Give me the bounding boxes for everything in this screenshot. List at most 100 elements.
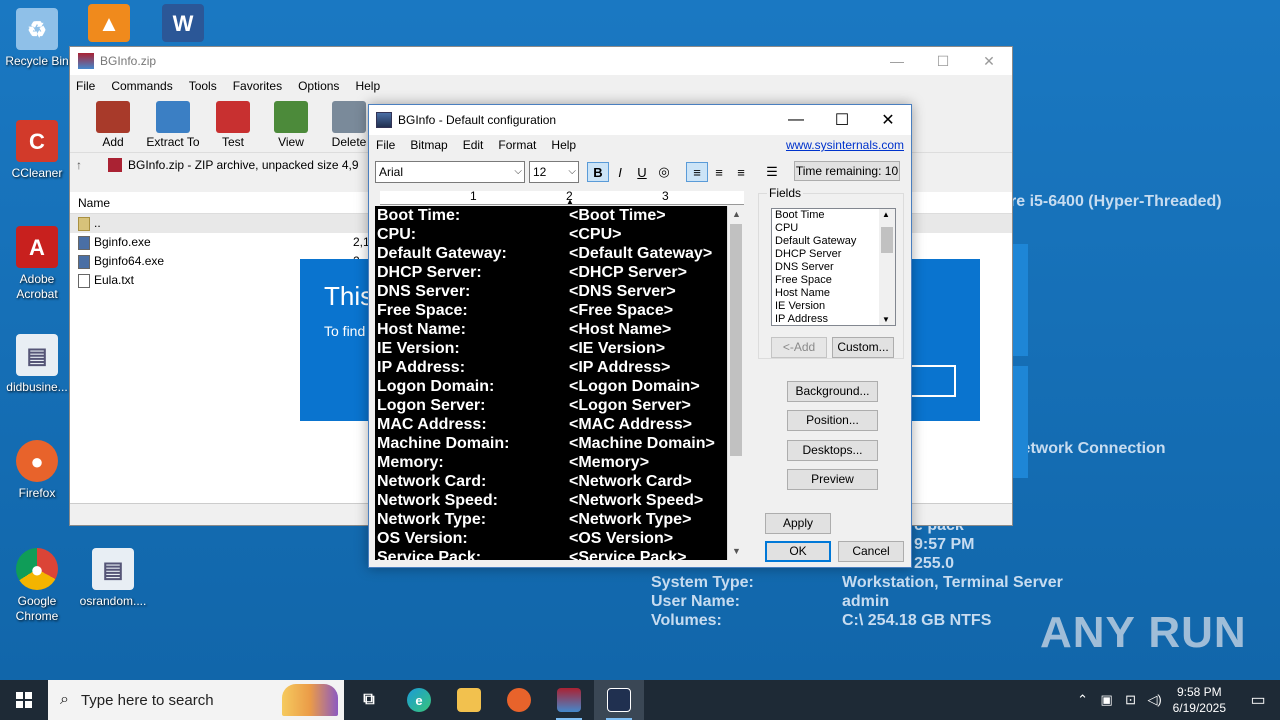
size-select[interactable]: 12 ⌵ — [529, 161, 579, 183]
menu-commands[interactable]: Commands — [111, 79, 172, 93]
info-line[interactable]: Free Space: <Free Space> — [375, 301, 727, 320]
time-remaining-button[interactable]: Time remaining: 10 — [794, 161, 900, 181]
minimize-button[interactable]: — — [773, 105, 819, 135]
align-center-button[interactable]: ≡ — [708, 162, 730, 182]
info-line[interactable]: Network Card: <Network Card> — [375, 472, 727, 491]
desktops-button[interactable]: Desktops... — [787, 440, 878, 461]
bullets-button[interactable]: ☰ — [761, 162, 783, 182]
desktop-icon-firefox[interactable]: ● Firefox — [0, 440, 74, 501]
view-button[interactable]: View — [262, 97, 320, 152]
menu-file[interactable]: File — [76, 79, 95, 93]
start-button[interactable] — [0, 680, 48, 720]
desktop-icon-osrandom[interactable]: ▤ osrandom.... — [76, 548, 150, 609]
info-line[interactable]: Network Speed: <Network Speed> — [375, 491, 727, 510]
scroll-up-arrow-icon[interactable]: ▲ — [882, 210, 890, 219]
field-item[interactable]: IE Version — [772, 300, 895, 313]
scroll-down-arrow-icon[interactable]: ▼ — [882, 315, 890, 324]
menu-tools[interactable]: Tools — [189, 79, 217, 93]
maximize-button[interactable]: ☐ — [920, 47, 966, 75]
ok-button[interactable]: OK — [765, 541, 831, 562]
position-button[interactable]: Position... — [787, 410, 878, 431]
field-item[interactable]: CPU — [772, 222, 895, 235]
info-line[interactable]: IE Version: <IE Version> — [375, 339, 727, 358]
info-line[interactable]: Network Type: <Network Type> — [375, 510, 727, 529]
clock[interactable]: 9:58 PM 6/19/2025 — [1173, 684, 1226, 716]
desktop-icon-word[interactable]: W — [148, 4, 218, 46]
menu-favorites[interactable]: Favorites — [233, 79, 282, 93]
chevron-up-icon[interactable]: ⌃ — [1071, 692, 1095, 708]
taskbar-bginfo[interactable] — [594, 680, 644, 720]
desktop-icon-didbusiness[interactable]: ▤ didbusine... — [0, 334, 74, 395]
field-item[interactable]: Free Space — [772, 274, 895, 287]
cancel-button[interactable]: Cancel — [838, 541, 904, 562]
scroll-thumb[interactable] — [881, 227, 893, 253]
info-line[interactable]: CPU: <CPU> — [375, 225, 727, 244]
scroll-thumb[interactable] — [730, 224, 742, 456]
info-line[interactable]: DNS Server: <DNS Server> — [375, 282, 727, 301]
minimize-button[interactable]: — — [874, 47, 920, 75]
bold-button[interactable]: B — [587, 162, 609, 182]
desktop-icon-google-chrome[interactable]: ● Google Chrome — [0, 548, 74, 624]
desktop-icon-ccleaner[interactable]: C CCleaner — [0, 120, 74, 181]
info-editor[interactable]: Boot Time: <Boot Time> CPU: <CPU> Default Ga… — [375, 206, 727, 560]
taskbar-search[interactable]: ⌕ Type here to search — [48, 680, 344, 720]
menu-help[interactable]: Help — [355, 79, 380, 93]
notification-icon[interactable]: ▭ — [1236, 690, 1280, 710]
add-field-button[interactable]: <-Add — [771, 337, 827, 358]
close-button[interactable]: ✕ — [865, 105, 911, 135]
info-line[interactable]: Logon Domain: <Logon Domain> — [375, 377, 727, 396]
desktop-icon-vlc[interactable]: ▲ — [74, 4, 144, 46]
info-line[interactable]: IP Address: <IP Address> — [375, 358, 727, 377]
italic-button[interactable]: I — [609, 162, 631, 182]
scroll-up-arrow-icon[interactable]: ▲ — [728, 206, 745, 223]
font-select[interactable]: Arial ⌵ — [375, 161, 525, 183]
task-view-button[interactable]: ⧉ — [344, 680, 394, 720]
desktop-icon-adobe-acrobat[interactable]: A Adobe Acrobat — [0, 226, 74, 302]
fields-scrollbar[interactable]: ▲ ▼ — [879, 209, 895, 325]
info-line[interactable]: Memory: <Memory> — [375, 453, 727, 472]
taskbar-file-explorer[interactable] — [444, 680, 494, 720]
menu-options[interactable]: Options — [298, 79, 339, 93]
field-item[interactable]: Boot Time — [772, 209, 895, 222]
scroll-down-arrow-icon[interactable]: ▼ — [728, 543, 745, 560]
menu-edit[interactable]: Edit — [463, 138, 484, 152]
info-line[interactable]: Logon Server: <Logon Server> — [375, 396, 727, 415]
background-button[interactable]: Background... — [787, 381, 878, 402]
field-item[interactable]: DHCP Server — [772, 248, 895, 261]
editor-scrollbar[interactable]: ▲ ▼ — [727, 206, 744, 560]
info-line[interactable]: Host Name: <Host Name> — [375, 320, 727, 339]
custom-button[interactable]: Custom... — [832, 337, 894, 358]
close-button[interactable]: ✕ — [966, 47, 1012, 75]
test-button[interactable]: Test — [204, 97, 262, 152]
apply-button[interactable]: Apply — [765, 513, 831, 534]
menu-format[interactable]: Format — [498, 138, 536, 152]
align-left-button[interactable]: ≡ — [686, 162, 708, 182]
info-line[interactable]: Boot Time: <Boot Time> — [375, 206, 727, 225]
info-line[interactable]: OS Version: <OS Version> — [375, 529, 727, 548]
bginfo-titlebar[interactable]: BGInfo - Default configuration — ☐ ✕ — [369, 105, 911, 135]
taskbar-winrar[interactable] — [544, 680, 594, 720]
sysinternals-link[interactable]: www.sysinternals.com — [786, 138, 904, 152]
extract-to-button[interactable]: Extract To — [142, 97, 204, 152]
taskbar-edge[interactable]: e — [394, 680, 444, 720]
field-item[interactable]: Default Gateway — [772, 235, 895, 248]
menu-help[interactable]: Help — [551, 138, 576, 152]
underline-button[interactable]: U — [631, 162, 653, 182]
info-line[interactable]: DHCP Server: <DHCP Server> — [375, 263, 727, 282]
info-line[interactable]: MAC Address: <MAC Address> — [375, 415, 727, 434]
field-item[interactable]: DNS Server — [772, 261, 895, 274]
up-arrow-icon[interactable]: ↑ — [76, 158, 82, 172]
add-button[interactable]: Add — [84, 97, 142, 152]
device-icon[interactable]: ▣ — [1095, 692, 1119, 708]
preview-button[interactable]: Preview — [787, 469, 878, 490]
color-button[interactable]: ◎ — [653, 162, 675, 182]
field-item[interactable]: IP Address — [772, 313, 895, 325]
field-item[interactable]: Host Name — [772, 287, 895, 300]
info-line[interactable]: Machine Domain: <Machine Domain> — [375, 434, 727, 453]
menu-file[interactable]: File — [376, 138, 395, 152]
desktop-icon-recycle-bin[interactable]: ♻ Recycle Bin — [0, 8, 74, 69]
info-line[interactable]: Service Pack: <Service Pack> — [375, 548, 727, 560]
info-line[interactable]: Default Gateway: <Default Gateway> — [375, 244, 727, 263]
menu-bitmap[interactable]: Bitmap — [410, 138, 447, 152]
winrar-titlebar[interactable]: BGInfo.zip — [70, 47, 1012, 75]
